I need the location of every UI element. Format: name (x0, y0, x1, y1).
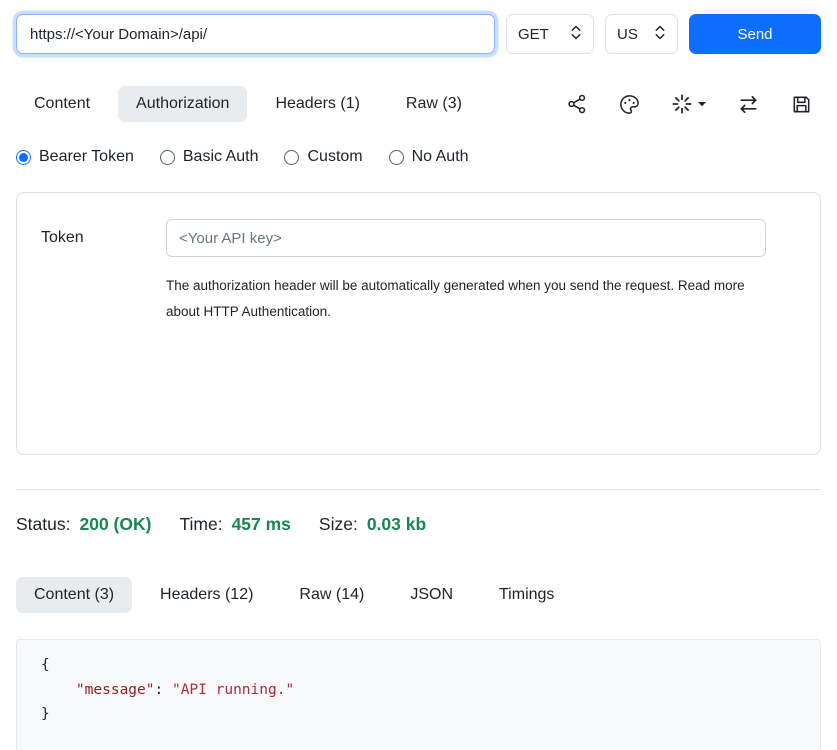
palette-icon[interactable] (618, 93, 641, 116)
token-panel: Token The authorization header will be a… (16, 192, 821, 455)
code-line: { (41, 653, 796, 678)
token-help-text: The authorization header will be automat… (166, 273, 751, 324)
caret-down-icon (697, 99, 707, 109)
status-label: Status: (16, 514, 70, 535)
tab-response-content[interactable]: Content (3) (16, 577, 132, 613)
request-tabs: Content Authorization Headers (1) Raw (3… (16, 86, 480, 122)
method-select-value: GET (518, 26, 549, 43)
size-pair: Size: 0.03 kb (319, 514, 426, 535)
radio-custom[interactable]: Custom (284, 148, 362, 166)
api-client-page: GET US Send Content Authorization Header… (0, 0, 837, 750)
radio-unselected-icon (284, 150, 299, 165)
tab-raw[interactable]: Raw (3) (388, 86, 480, 122)
radio-basic-auth[interactable]: Basic Auth (160, 148, 259, 166)
radio-label: Bearer Token (39, 148, 134, 166)
swap-arrows-icon[interactable] (737, 93, 760, 116)
tab-authorization[interactable]: Authorization (118, 86, 247, 122)
magic-burst-icon[interactable] (671, 93, 707, 115)
radio-bearer-token[interactable]: Bearer Token (16, 148, 134, 166)
method-select[interactable]: GET (506, 14, 594, 54)
token-input[interactable] (166, 219, 766, 257)
tab-headers[interactable]: Headers (1) (257, 86, 377, 122)
token-row: Token (41, 219, 792, 257)
json-string-value: "API running." (172, 682, 294, 698)
radio-label: Custom (307, 148, 362, 166)
section-divider (16, 489, 821, 490)
time-value: 457 ms (232, 514, 291, 535)
tab-response-raw[interactable]: Raw (14) (281, 577, 382, 613)
share-icon[interactable] (566, 93, 588, 115)
time-label: Time: (179, 514, 222, 535)
auth-type-row: Bearer Token Basic Auth Custom No Auth (16, 148, 821, 166)
tab-response-headers[interactable]: Headers (12) (142, 577, 271, 613)
region-select[interactable]: US (605, 14, 678, 54)
tab-response-json[interactable]: JSON (392, 577, 471, 613)
stepper-icon (654, 25, 666, 44)
size-label: Size: (319, 514, 358, 535)
stepper-icon (570, 25, 582, 44)
tab-content[interactable]: Content (16, 86, 108, 122)
status-value: 200 (OK) (79, 514, 151, 535)
size-value: 0.03 kb (367, 514, 426, 535)
request-toolbar (566, 93, 821, 116)
response-body[interactable]: { "message": "API running." } (16, 639, 821, 750)
json-key: "message" (76, 682, 155, 698)
code-line: } (41, 702, 796, 727)
status-pair: Status: 200 (OK) (16, 514, 151, 535)
send-button[interactable]: Send (689, 14, 821, 54)
response-tabs: Content (3) Headers (12) Raw (14) JSON T… (16, 577, 821, 613)
request-tabs-row: Content Authorization Headers (1) Raw (3… (16, 86, 821, 122)
url-input[interactable] (16, 14, 495, 54)
response-status-row: Status: 200 (OK) Time: 457 ms Size: 0.03… (16, 514, 821, 535)
request-bar: GET US Send (16, 14, 821, 54)
radio-unselected-icon (389, 150, 404, 165)
code-line: "message": "API running." (41, 678, 796, 703)
time-pair: Time: 457 ms (179, 514, 290, 535)
save-icon[interactable] (790, 93, 813, 116)
radio-label: No Auth (412, 148, 469, 166)
token-label: Token (41, 229, 166, 247)
region-select-value: US (617, 26, 638, 43)
radio-no-auth[interactable]: No Auth (389, 148, 469, 166)
tab-response-timings[interactable]: Timings (481, 577, 572, 613)
radio-label: Basic Auth (183, 148, 259, 166)
radio-selected-icon (16, 150, 31, 165)
radio-unselected-icon (160, 150, 175, 165)
